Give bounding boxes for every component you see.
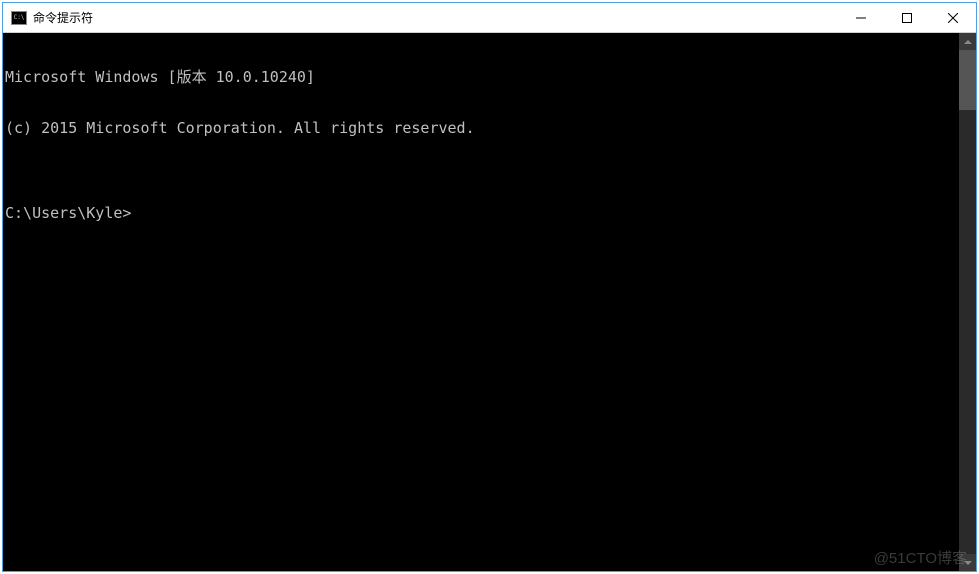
minimize-button[interactable] [838, 3, 884, 32]
scroll-down-button[interactable] [959, 554, 976, 571]
prompt-line: C:\Users\Kyle> [5, 205, 959, 222]
scroll-up-button[interactable] [959, 33, 976, 50]
cmd-icon [11, 11, 27, 25]
scroll-thumb[interactable] [959, 50, 976, 110]
maximize-icon [902, 13, 912, 23]
window-controls [838, 3, 976, 32]
minimize-icon [856, 13, 866, 23]
command-prompt-window: 命令提示符 Microsoft Windows [版本 10.0.10240] … [2, 2, 977, 572]
version-line: Microsoft Windows [版本 10.0.10240] [5, 69, 959, 86]
maximize-button[interactable] [884, 3, 930, 32]
vertical-scrollbar[interactable] [959, 33, 976, 571]
chevron-down-icon [964, 561, 972, 565]
terminal-output[interactable]: Microsoft Windows [版本 10.0.10240] (c) 20… [3, 33, 959, 571]
window-title: 命令提示符 [33, 9, 838, 26]
client-area: Microsoft Windows [版本 10.0.10240] (c) 20… [3, 33, 976, 571]
close-button[interactable] [930, 3, 976, 32]
copyright-line: (c) 2015 Microsoft Corporation. All righ… [5, 120, 959, 137]
close-icon [948, 13, 958, 23]
chevron-up-icon [964, 40, 972, 44]
titlebar[interactable]: 命令提示符 [3, 3, 976, 33]
prompt-text: C:\Users\Kyle> [5, 205, 131, 222]
